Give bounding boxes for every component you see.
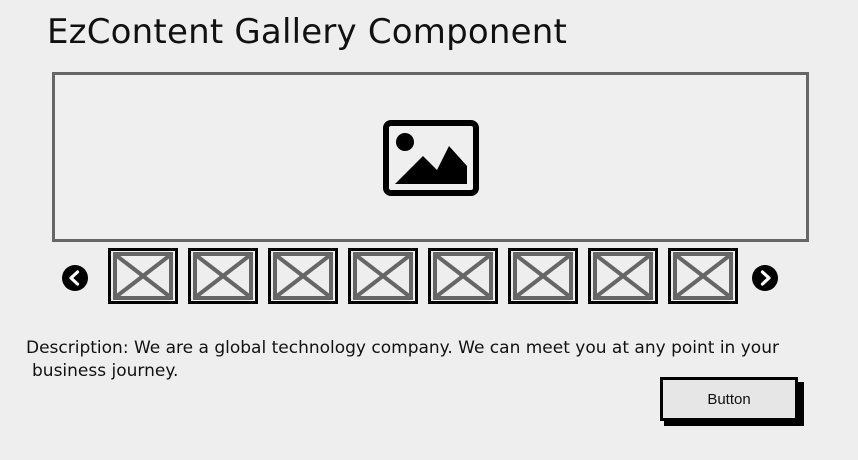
description-line: Description: We are a global technology … [26,338,779,358]
thumbnail-4[interactable] [348,248,418,304]
chevron-right-icon[interactable] [751,264,779,292]
thumbnail-5[interactable] [428,248,498,304]
page-title: EzContent Gallery Component [47,12,568,52]
thumbnail-2[interactable] [188,248,258,304]
thumbnail-6[interactable] [508,248,578,304]
action-button[interactable]: Button [660,377,798,421]
thumbnail-3[interactable] [268,248,338,304]
thumbnail-1[interactable] [108,248,178,304]
gallery-main-image[interactable] [52,72,809,242]
thumbnail-8[interactable] [668,248,738,304]
thumbnail-7[interactable] [588,248,658,304]
image-icon [383,120,479,196]
chevron-left-icon[interactable] [61,264,89,292]
